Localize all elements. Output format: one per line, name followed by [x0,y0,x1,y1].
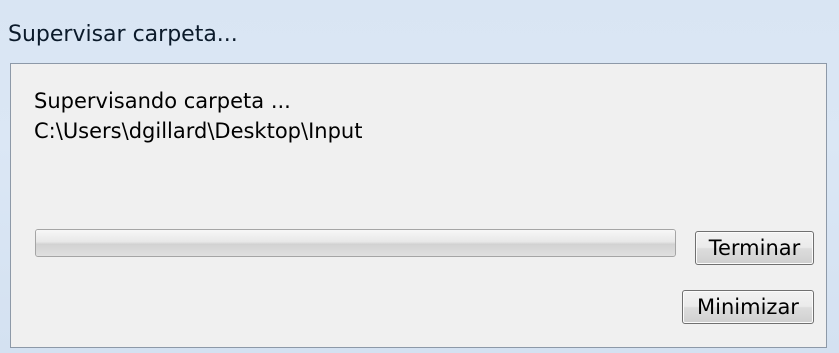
progress-bar [35,229,676,257]
title-bar[interactable]: Supervisar carpeta... [0,0,839,58]
dialog-window: Supervisar carpeta... Supervisando carpe… [0,0,839,353]
dialog-content: Supervisando carpeta ... C:\Users\dgilla… [10,63,827,348]
progress-bar-fill [36,230,675,256]
folder-path: C:\Users\dgillard\Desktop\Input [34,119,363,143]
minimize-button[interactable]: Minimizar [682,290,814,324]
status-message: Supervisando carpeta ... [34,89,291,113]
terminate-button[interactable]: Terminar [695,231,814,265]
window-title: Supervisar carpeta... [8,22,238,47]
